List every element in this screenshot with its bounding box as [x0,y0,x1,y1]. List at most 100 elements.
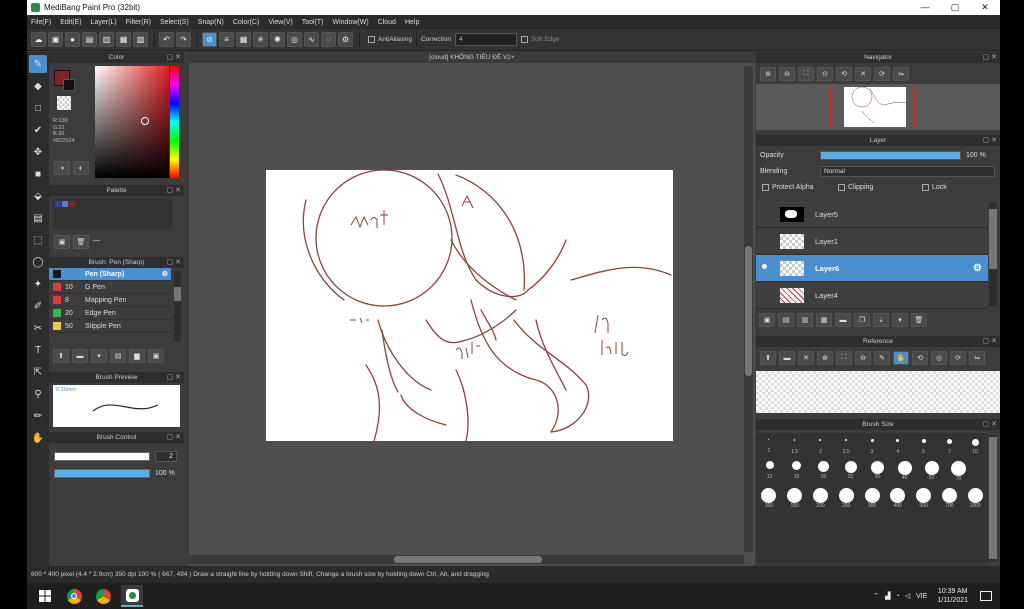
zoom-actual-icon[interactable]: ⊙ [817,67,833,81]
snap-off-icon[interactable]: ⊘ [202,32,217,47]
brush-item[interactable]: 20 Edge Pen [49,307,171,320]
menu-cloud[interactable]: Cloud [378,19,396,26]
lock-checkbox[interactable] [922,184,929,191]
document-tab[interactable]: [cloud] KHÔNG TIÊU ĐỀ V2+ [189,52,755,63]
notification-icon[interactable] [980,591,992,601]
save-icon[interactable]: ▣ [48,32,63,47]
brush-size-slider[interactable] [54,452,150,461]
duplicate-layer-icon[interactable]: ❐ [854,313,870,327]
brush-size-option[interactable]: 25 [837,461,864,482]
menu-layer[interactable]: Layer(L) [91,19,117,26]
close-icon[interactable]: ▢ ✕ [983,419,997,430]
rotate-left-icon[interactable]: ⟲ [912,351,928,365]
brush-size-option[interactable]: 500 [911,488,937,509]
snap-circle-icon[interactable]: ◎ [287,32,302,47]
menu-help[interactable]: Help [405,19,419,26]
canvas-vertical-scrollbar[interactable] [744,66,753,552]
brush-copy-icon[interactable]: ▤ [110,349,126,363]
eraser-tool-icon[interactable]: ◆ [29,77,47,95]
layer-row[interactable]: Layer5 [756,201,988,228]
layer-row[interactable]: Layer6 ⚙ [756,255,988,282]
blending-select[interactable]: Normal [820,166,995,177]
brush-item[interactable]: 10 G Pen [49,281,171,294]
rotate-right-icon[interactable]: ⟳ [874,67,890,81]
color-wheel-icon[interactable]: ◑ [54,161,70,175]
snap-parallel-icon[interactable]: ≡ [219,32,234,47]
palette-swatch[interactable] [62,201,68,207]
brush-size-option[interactable]: 2.5 [833,439,859,455]
menu-select[interactable]: Select(S) [160,19,189,26]
brush-size-option[interactable]: 10 [962,439,988,455]
menu-tool[interactable]: Tool(T) [302,19,324,26]
brush-size-option[interactable]: 7 [936,439,962,455]
rect-select-icon[interactable]: ⬚ [29,231,47,249]
secondary-color-swatch[interactable] [63,79,75,91]
chrome-icon[interactable] [63,585,85,607]
hand-tool-icon[interactable]: ✋ [29,429,47,447]
brush-item[interactable]: Pen (Sharp) ⚙ [49,268,171,281]
restore-button[interactable]: ▢ [940,2,970,13]
brush-add-icon[interactable]: ⬆ [53,349,69,363]
brush-size-option[interactable]: 70 [945,461,972,482]
brush-size-option[interactable]: 1 [756,439,782,455]
wifi-icon[interactable]: ◔ [895,593,899,600]
reference-open-icon[interactable]: ⬆ [760,351,776,365]
brush-folder-icon[interactable]: ▬ [72,349,88,363]
protect-alpha-checkbox[interactable] [762,184,769,191]
transparent-swatch[interactable] [57,96,71,110]
move-tool-icon[interactable]: ✥ [29,143,47,161]
antialias-checkbox[interactable] [368,36,375,43]
brush-size-option[interactable]: 1000 [962,488,988,509]
text-tool-icon[interactable]: T [29,341,47,359]
layer-list-scrollbar[interactable] [989,203,997,307]
brush-import-icon[interactable]: ▆ [129,349,145,363]
divide-tool-icon[interactable]: ✂ [29,319,47,337]
gear-icon[interactable]: ⚙ [973,263,982,274]
bucket-tool-icon[interactable]: ⬙ [29,187,47,205]
volume-icon[interactable]: ◁ [905,592,910,600]
brush-size-option[interactable]: 4 [885,439,911,455]
menu-color[interactable]: Color(C) [233,19,259,26]
panel-icon[interactable]: ▧ [133,32,148,47]
snap-ellipse-icon[interactable]: ◌ [321,32,336,47]
brush-opacity-slider[interactable] [54,469,150,478]
windows-start-icon[interactable] [34,585,56,607]
brush-size-option[interactable]: 100 [756,488,782,509]
brush-menu-icon[interactable]: ▾ [91,349,107,363]
palette-delete-icon[interactable]: 🗑 [73,235,89,249]
select-tool-icon[interactable]: ✔ [29,121,47,139]
fill-rect-icon[interactable]: ■ [29,165,47,183]
pen-edit-icon[interactable]: ✏ [29,407,47,425]
zoom-out-icon[interactable]: ⊖ [779,67,795,81]
brush-size-option[interactable]: 40 [891,461,918,482]
brush-size-option[interactable]: 20 [810,461,837,482]
chrome-profile-icon[interactable] [92,585,114,607]
rotate-left-icon[interactable]: ⟲ [836,67,852,81]
close-icon[interactable]: ▢ ✕ [983,52,997,63]
layer-opacity-slider[interactable] [820,151,961,160]
minimize-button[interactable]: — [910,2,940,13]
snap-radial-icon[interactable]: ✺ [270,32,285,47]
brush-size-option[interactable]: 150 [782,488,808,509]
brush-size-option[interactable]: 400 [885,488,911,509]
layer-row[interactable]: Layer1 [756,228,988,255]
medibang-icon[interactable] [121,585,143,607]
gear-icon[interactable]: ⚙ [162,270,168,278]
clock-time[interactable]: 10:39 AM [937,587,968,596]
layer-folder-icon[interactable]: ▬ [835,313,851,327]
gradient-tool-icon[interactable]: ▤ [29,209,47,227]
canvas-horizontal-scrollbar[interactable] [189,555,744,564]
brush-size-option[interactable]: 30 [864,461,891,482]
palette-add-icon[interactable]: ▣ [54,235,70,249]
copy-icon[interactable]: ▥ [99,32,114,47]
soft-edge-checkbox[interactable] [520,36,528,43]
new-1bit-layer-icon[interactable]: ▦ [816,313,832,327]
close-icon[interactable]: ▢ ✕ [167,52,181,63]
brush-size-option[interactable]: 3 [859,439,885,455]
brush-delete-icon[interactable]: ▣ [148,349,164,363]
canvas-area[interactable]: [cloud] KHÔNG TIÊU ĐỀ V2+ [189,52,755,566]
snap-grid-icon[interactable]: ▦ [236,32,251,47]
brush-list-scrollbar[interactable] [174,271,181,341]
flip-icon[interactable]: ⇋ [969,351,985,365]
delete-layer-icon[interactable]: 🗑 [911,313,927,327]
